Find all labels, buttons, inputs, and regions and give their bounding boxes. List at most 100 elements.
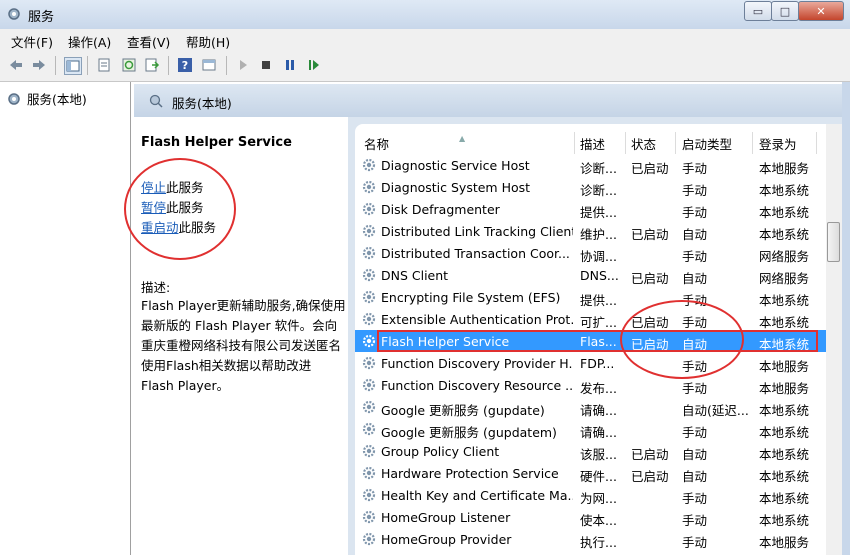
- service-name: Google 更新服务 (gupdatem): [381, 425, 557, 440]
- service-logon: 本地服务: [759, 161, 810, 176]
- console-tree: 服务(本地): [0, 82, 131, 555]
- service-logon: 本地服务: [759, 381, 810, 396]
- table-row[interactable]: Distributed Link Tracking Client 维护... 已启动…: [355, 220, 827, 242]
- menu-action[interactable]: 操作(A): [68, 32, 111, 51]
- column-divider[interactable]: [625, 132, 626, 154]
- service-startup-type: 手动: [682, 491, 708, 506]
- service-gear-icon: [362, 356, 376, 370]
- service-startup-type: 自动(延迟...: [682, 403, 749, 418]
- service-name: Hardware Protection Service: [381, 466, 559, 481]
- table-row[interactable]: Google 更新服务 (gupdate) 请确... 自动(延迟... 本地系统: [355, 396, 827, 418]
- column-header-logon-as[interactable]: 登录为: [759, 134, 797, 153]
- column-divider[interactable]: [752, 132, 753, 154]
- service-name: Extensible Authentication Prot...: [381, 312, 573, 327]
- service-description: 诊断...: [580, 183, 617, 198]
- service-startup-type: 手动: [682, 513, 708, 528]
- service-startup-type: 自动: [682, 227, 708, 242]
- service-startup-type: 手动: [682, 183, 708, 198]
- back-arrow-icon[interactable]: [8, 57, 24, 73]
- minimize-button[interactable]: ▭: [744, 1, 772, 21]
- toolbar-separator: [55, 56, 56, 75]
- table-row[interactable]: HomeGroup Listener 使本... 手动 本地系统: [355, 506, 827, 528]
- table-row[interactable]: Group Policy Client 该服... 已启动 自动 本地系统: [355, 440, 827, 462]
- service-logon: 本地系统: [759, 447, 810, 462]
- export-icon[interactable]: [144, 57, 160, 73]
- column-header-status[interactable]: 状态: [631, 134, 656, 153]
- panel-header: 服务(本地): [134, 84, 842, 117]
- annotation-circle: [124, 158, 236, 260]
- service-logon: 本地系统: [759, 425, 810, 440]
- table-row[interactable]: Google 更新服务 (gupdatem) 请确... 手动 本地系统: [355, 418, 827, 440]
- service-description: DNS...: [580, 268, 619, 283]
- service-name: HomeGroup Listener: [381, 510, 511, 525]
- help-icon[interactable]: ?: [177, 57, 193, 73]
- table-row[interactable]: DNS Client DNS... 已启动 自动 网络服务: [355, 264, 827, 286]
- service-description: FDP...: [580, 356, 615, 371]
- properties-icon[interactable]: [96, 57, 112, 73]
- table-row[interactable]: Diagnostic Service Host 诊断... 已启动 手动 本地服务: [355, 154, 827, 176]
- column-divider[interactable]: [574, 132, 575, 154]
- service-gear-icon: [362, 202, 376, 216]
- console-tree-icon[interactable]: [64, 57, 82, 75]
- service-name: Diagnostic System Host: [381, 180, 531, 195]
- menu-view[interactable]: 查看(V): [127, 32, 170, 51]
- scrollbar-thumb[interactable]: [827, 222, 840, 262]
- table-row[interactable]: Function Discovery Provider H... FDP... 手动…: [355, 352, 827, 374]
- column-header-name[interactable]: 名称: [364, 134, 389, 153]
- service-logon: 本地服务: [759, 359, 810, 374]
- service-description: 为网...: [580, 491, 617, 506]
- maximize-button[interactable]: □: [771, 1, 799, 21]
- column-header-startup-type[interactable]: 启动类型: [682, 134, 732, 153]
- sort-ascending-icon: ▲: [459, 134, 466, 143]
- service-name: Function Discovery Resource ...: [381, 378, 573, 393]
- menu-bar: 文件(F) 操作(A) 查看(V) 帮助(H): [0, 29, 850, 50]
- service-startup-type: 手动: [682, 205, 708, 220]
- toolbar-separator: [226, 56, 227, 75]
- service-startup-type: 自动: [682, 447, 708, 462]
- vertical-scrollbar[interactable]: [826, 124, 842, 555]
- service-description: 诊断...: [580, 161, 617, 176]
- column-header-description[interactable]: 描述: [580, 134, 605, 153]
- restart-service-icon[interactable]: [306, 57, 322, 73]
- description-text: Flash Player更新辅助服务,确保使用最新版的 Flash Player…: [141, 298, 346, 393]
- svg-text:?: ?: [182, 59, 188, 72]
- view-icon[interactable]: [201, 57, 217, 73]
- service-name: Group Policy Client: [381, 444, 500, 459]
- menu-help[interactable]: 帮助(H): [186, 32, 230, 51]
- forward-arrow-icon[interactable]: [31, 57, 47, 73]
- service-description: 提供...: [580, 293, 617, 308]
- service-startup-type: 自动: [682, 469, 708, 484]
- service-startup-type: 手动: [682, 249, 708, 264]
- column-divider[interactable]: [675, 132, 676, 154]
- stop-service-icon[interactable]: [258, 57, 274, 73]
- table-row[interactable]: Health Key and Certificate Ma... 为网... 手动 本…: [355, 484, 827, 506]
- table-row[interactable]: Hardware Protection Service 硬件... 已启动 自动 本地系…: [355, 462, 827, 484]
- service-gear-icon: [362, 400, 376, 414]
- service-name: HomeGroup Provider: [381, 532, 512, 547]
- services-gear-icon: [8, 8, 20, 20]
- refresh-icon[interactable]: [121, 57, 137, 73]
- close-button[interactable]: ✕: [798, 1, 844, 21]
- table-row[interactable]: Extensible Authentication Prot... 可扩... 已启…: [355, 308, 827, 330]
- menu-file[interactable]: 文件(F): [11, 32, 53, 51]
- annotation-circle: [620, 300, 744, 379]
- table-row[interactable]: Disk Defragmenter 提供... 手动 本地系统: [355, 198, 827, 220]
- service-startup-type: 自动: [682, 271, 708, 286]
- service-description: 协调...: [580, 249, 617, 264]
- table-row[interactable]: Distributed Transaction Coor... 协调... 手动 网络…: [355, 242, 827, 264]
- list-header: ▲ 名称 描述 状态 启动类型 登录为: [355, 130, 827, 154]
- service-gear-icon: [362, 290, 376, 304]
- service-status: 已启动: [631, 227, 669, 242]
- tree-item-services-local[interactable]: 服务(本地): [6, 89, 87, 108]
- service-logon: 本地系统: [759, 227, 810, 242]
- table-row[interactable]: Function Discovery Resource ... 发布... 手动 本地…: [355, 374, 827, 396]
- table-row[interactable]: Encrypting File System (EFS) 提供... 手动 本地系统: [355, 286, 827, 308]
- service-logon: 本地服务: [759, 535, 810, 550]
- pause-service-icon[interactable]: [282, 57, 298, 73]
- start-service-icon[interactable]: [235, 57, 251, 73]
- table-row[interactable]: HomeGroup Provider 执行... 手动 本地服务: [355, 528, 827, 550]
- service-logon: 本地系统: [759, 315, 810, 330]
- service-description: 使本...: [580, 513, 617, 528]
- table-row[interactable]: Diagnostic System Host 诊断... 手动 本地系统: [355, 176, 827, 198]
- column-divider[interactable]: [816, 132, 817, 154]
